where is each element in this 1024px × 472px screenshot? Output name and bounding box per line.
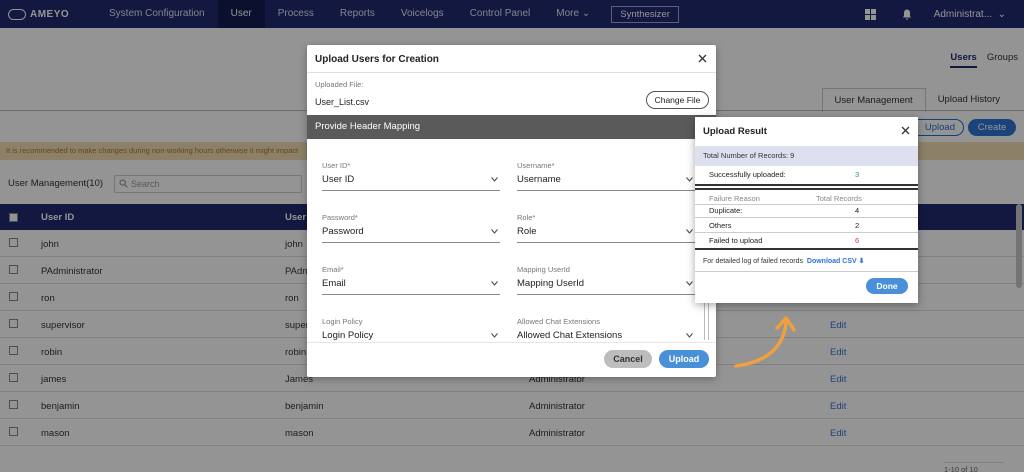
divider: [695, 184, 918, 186]
user-id-select[interactable]: User ID: [322, 174, 500, 191]
header-mapping-form: User ID* User ID Username* Username Pass…: [307, 139, 716, 340]
field-label: Email*: [322, 265, 344, 274]
download-icon: ⬇: [858, 258, 865, 265]
download-csv-label: Download CSV: [806, 258, 857, 265]
upload-users-modal: Upload Users for Creation Uploaded File:…: [307, 45, 716, 377]
chevron-down-icon: [686, 333, 693, 338]
divider: [695, 217, 918, 218]
divider: [307, 342, 716, 343]
role-select[interactable]: Role: [517, 226, 695, 243]
field-label: Login Policy: [322, 317, 363, 326]
change-file-button[interactable]: Change File: [646, 91, 709, 109]
failed-label: Failed to upload: [709, 236, 763, 245]
others-label: Others: [709, 221, 732, 230]
upload-submit-button[interactable]: Upload: [659, 350, 709, 368]
chevron-down-icon: [491, 281, 498, 286]
log-note-text: For detailed log of failed records: [703, 258, 803, 265]
select-value: Role: [517, 226, 537, 237]
chevron-down-icon: [686, 177, 693, 182]
chevron-down-icon: [491, 333, 498, 338]
field-username[interactable]: Username* Username: [517, 161, 695, 191]
field-password[interactable]: Password* Password: [322, 213, 500, 243]
divider: [695, 248, 918, 250]
failure-reason-header: Failure Reason: [709, 194, 760, 203]
done-button[interactable]: Done: [866, 278, 908, 294]
chevron-down-icon: [491, 229, 498, 234]
close-icon[interactable]: [901, 126, 910, 135]
field-email[interactable]: Email* Email: [322, 265, 500, 295]
success-value: 3: [855, 170, 860, 179]
total-label: Total Number of Records:: [703, 151, 789, 160]
chevron-down-icon: [686, 229, 693, 234]
field-label: Mapping UserId: [517, 265, 570, 274]
select-value: Password: [322, 226, 364, 237]
duplicate-label: Duplicate:: [709, 206, 743, 215]
field-label: Allowed Chat Extensions: [517, 317, 600, 326]
field-label: Role*: [517, 213, 536, 222]
field-allowed-chat-extensions[interactable]: Allowed Chat Extensions Allowed Chat Ext…: [517, 317, 695, 340]
download-csv-link[interactable]: Download CSV ⬇: [807, 258, 865, 265]
total-value: 9: [790, 151, 795, 160]
select-value: Email: [322, 278, 346, 289]
chevron-down-icon: [491, 177, 498, 182]
divider: [695, 188, 918, 190]
failed-log-note: For detailed log of failed records Downl…: [703, 257, 865, 265]
field-user-id[interactable]: User ID* User ID: [322, 161, 500, 191]
select-value: Mapping UserId: [517, 278, 585, 289]
duplicate-value: 4: [855, 206, 860, 215]
field-login-policy[interactable]: Login Policy Login Policy: [322, 317, 500, 340]
mapping-userid-select[interactable]: Mapping UserId: [517, 278, 695, 295]
uploaded-file-name: User_List.csv: [315, 97, 370, 107]
field-label: User ID*: [322, 161, 351, 170]
divider: [695, 204, 918, 205]
curved-arrow-icon: [734, 316, 796, 368]
select-value: Username: [517, 174, 561, 185]
divider: [307, 72, 716, 73]
uploaded-file-label: Uploaded File:: [315, 80, 364, 89]
total-records-bar: Total Number of Records: 9: [695, 146, 918, 166]
login-policy-select[interactable]: Login Policy: [322, 330, 500, 340]
field-role[interactable]: Role* Role: [517, 213, 695, 243]
select-value: User ID: [322, 174, 355, 185]
password-select[interactable]: Password: [322, 226, 500, 243]
upload-result-popup: Upload Result Total Number of Records: 9…: [695, 117, 918, 303]
divider: [695, 271, 918, 272]
email-select[interactable]: Email: [322, 278, 500, 295]
modal-title: Upload Users for Creation: [315, 54, 439, 65]
field-mapping-userid[interactable]: Mapping UserId Mapping UserId: [517, 265, 695, 295]
success-label: Successfully uploaded:: [709, 170, 786, 179]
result-title: Upload Result: [703, 126, 767, 137]
total-records-header: Total Records: [816, 194, 862, 203]
failed-value: 6: [855, 236, 860, 245]
field-label: Username*: [517, 161, 555, 170]
cancel-button[interactable]: Cancel: [604, 350, 652, 368]
select-value: Login Policy: [322, 330, 374, 340]
form-scrollbar[interactable]: [704, 301, 709, 340]
allowed-chat-extensions-select[interactable]: Allowed Chat Extensions: [517, 330, 695, 340]
username-select[interactable]: Username: [517, 174, 695, 191]
select-value: Allowed Chat Extensions: [517, 330, 623, 340]
divider: [695, 232, 918, 233]
header-mapping-bar: Provide Header Mapping: [307, 115, 716, 139]
field-label: Password*: [322, 213, 358, 222]
chevron-down-icon: [686, 281, 693, 286]
close-icon[interactable]: [698, 54, 707, 63]
others-value: 2: [855, 221, 860, 230]
